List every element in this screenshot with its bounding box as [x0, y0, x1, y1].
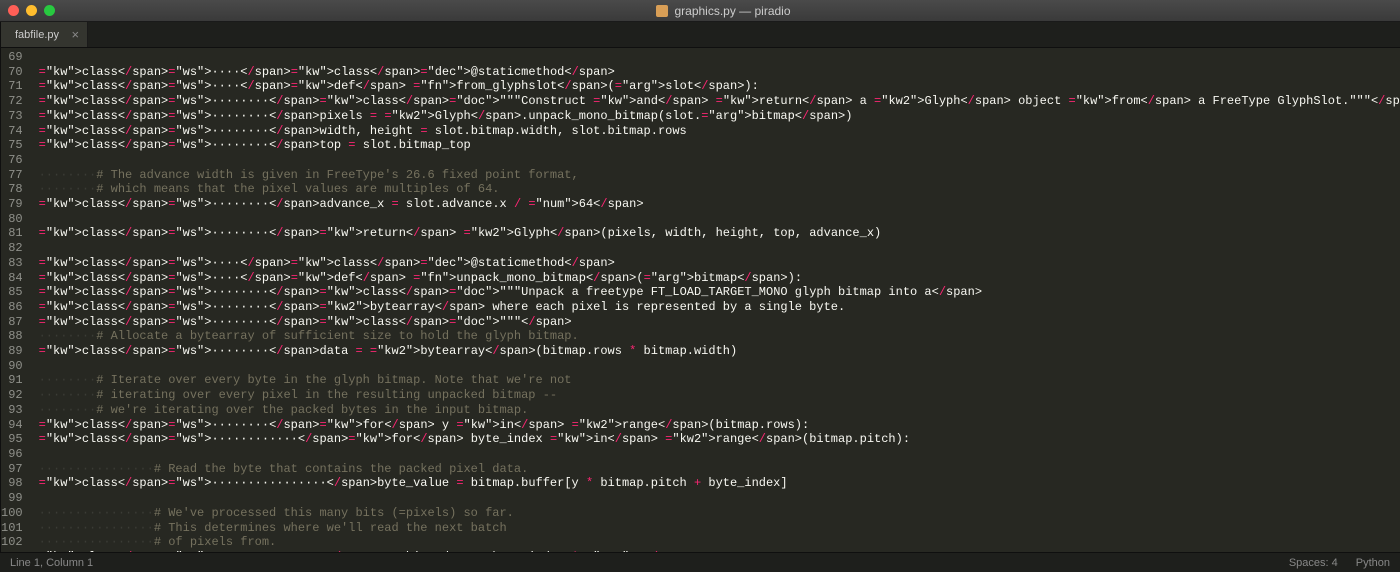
- close-tab-icon[interactable]: ×: [71, 27, 79, 42]
- tab-fabfile-py[interactable]: fabfile.py ×: [1, 22, 88, 47]
- code-line: [39, 153, 1400, 168]
- line-number: 71: [1, 79, 23, 94]
- code-line: ="kw">class</span>="ws">····</span>="kw"…: [39, 271, 1400, 286]
- tab-bar: fabfile.py ×: [1, 22, 1400, 48]
- line-number: 96: [1, 447, 23, 462]
- line-number: 83: [1, 256, 23, 271]
- close-window-button[interactable]: [8, 5, 19, 16]
- code-line: [39, 447, 1400, 462]
- code-line: ················# We've processed this m…: [39, 506, 1400, 521]
- code-line: ="kw">class</span>="ws">············</sp…: [39, 432, 1400, 447]
- line-number: 88: [1, 329, 23, 344]
- code-line: ="kw">class</span>="ws">····</span>="kw"…: [39, 65, 1400, 80]
- line-number: 101: [1, 521, 23, 536]
- code-line: ="kw">class</span>="ws">················…: [39, 550, 1400, 552]
- line-number: 97: [1, 462, 23, 477]
- code-line: ="kw">class</span>="ws">········</span>=…: [39, 94, 1400, 109]
- line-number: 102: [1, 535, 23, 550]
- line-number: 76: [1, 153, 23, 168]
- line-number: 81: [1, 226, 23, 241]
- line-number: 78: [1, 182, 23, 197]
- traffic-lights: [8, 5, 55, 16]
- maximize-window-button[interactable]: [44, 5, 55, 16]
- code-line: ="kw">class</span>="ws">········</span>t…: [39, 138, 1400, 153]
- code-container: 6970717273747576777879808182838485868788…: [1, 48, 1400, 552]
- line-number: 75: [1, 138, 23, 153]
- editor-pane: fabfile.py×69707172737475767778798081828…: [1, 22, 1400, 552]
- line-number: 89: [1, 344, 23, 359]
- line-number: 98: [1, 476, 23, 491]
- line-number: 95: [1, 432, 23, 447]
- line-number: 87: [1, 315, 23, 330]
- line-number: 77: [1, 168, 23, 183]
- line-number: 84: [1, 271, 23, 286]
- code-line: ="kw">class</span>="ws">········</span>=…: [39, 300, 1400, 315]
- code-line: ="kw">class</span>="ws">········</span>=…: [39, 226, 1400, 241]
- code-line: [39, 491, 1400, 506]
- code-line: ="kw">class</span>="ws">········</span>w…: [39, 124, 1400, 139]
- status-bar: Line 1, Column 1 Spaces: 4 Python: [0, 552, 1400, 572]
- editor-area: fabfile.py×69707172737475767778798081828…: [1, 22, 1400, 552]
- code-line: ················# Read the byte that con…: [39, 462, 1400, 477]
- code-view[interactable]: ="kw">class</span>="ws">····</span>="kw"…: [33, 48, 1400, 552]
- line-number: 82: [1, 241, 23, 256]
- code-line: [39, 359, 1400, 374]
- line-gutter: 6970717273747576777879808182838485868788…: [1, 48, 33, 552]
- line-number: 79: [1, 197, 23, 212]
- code-line: ········# Allocate a bytearray of suffic…: [39, 329, 1400, 344]
- language-mode[interactable]: Python: [1356, 557, 1390, 569]
- code-line: ="kw">class</span>="ws">····</span>="kw"…: [39, 256, 1400, 271]
- minimize-window-button[interactable]: [26, 5, 37, 16]
- code-line: ········# The advance width is given in …: [39, 168, 1400, 183]
- code-line: ="kw">class</span>="ws">····</span>="kw"…: [39, 79, 1400, 94]
- code-line: ="kw">class</span>="ws">········</span>=…: [39, 315, 1400, 330]
- code-line: [39, 50, 1400, 65]
- code-line: ················# of pixels from.: [39, 535, 1400, 550]
- window-title: graphics.py — piradio: [55, 4, 1392, 18]
- file-icon: [656, 5, 668, 17]
- code-line: ········# which means that the pixel val…: [39, 182, 1400, 197]
- line-number: 73: [1, 109, 23, 124]
- code-line: ="kw">class</span>="ws">········</span>=…: [39, 285, 1400, 300]
- code-line: ········# iterating over every pixel in …: [39, 388, 1400, 403]
- line-number: 69: [1, 50, 23, 65]
- line-number: 85: [1, 285, 23, 300]
- line-number: 100: [1, 506, 23, 521]
- line-number: 70: [1, 65, 23, 80]
- cursor-position[interactable]: Line 1, Column 1: [10, 557, 93, 569]
- code-line: ="kw">class</span>="ws">········</span>d…: [39, 344, 1400, 359]
- window-titlebar: graphics.py — piradio: [0, 0, 1400, 22]
- tab-label: fabfile.py: [15, 29, 59, 41]
- code-line: ="kw">class</span>="ws">········</span>a…: [39, 197, 1400, 212]
- code-line: [39, 241, 1400, 256]
- code-line: ="kw">class</span>="ws">········</span>p…: [39, 109, 1400, 124]
- line-number: 99: [1, 491, 23, 506]
- line-number: 92: [1, 388, 23, 403]
- line-number: 103: [1, 550, 23, 552]
- code-line: [39, 212, 1400, 227]
- line-number: 93: [1, 403, 23, 418]
- line-number: 90: [1, 359, 23, 374]
- line-number: 91: [1, 373, 23, 388]
- line-number: 72: [1, 94, 23, 109]
- line-number: 86: [1, 300, 23, 315]
- code-line: ="kw">class</span>="ws">················…: [39, 476, 1400, 491]
- line-number: 74: [1, 124, 23, 139]
- code-line: ········# Iterate over every byte in the…: [39, 373, 1400, 388]
- code-line: ················# This determines where …: [39, 521, 1400, 536]
- code-line: ="kw">class</span>="ws">········</span>=…: [39, 418, 1400, 433]
- code-line: ········# we're iterating over the packe…: [39, 403, 1400, 418]
- indent-setting[interactable]: Spaces: 4: [1289, 557, 1338, 569]
- line-number: 80: [1, 212, 23, 227]
- line-number: 94: [1, 418, 23, 433]
